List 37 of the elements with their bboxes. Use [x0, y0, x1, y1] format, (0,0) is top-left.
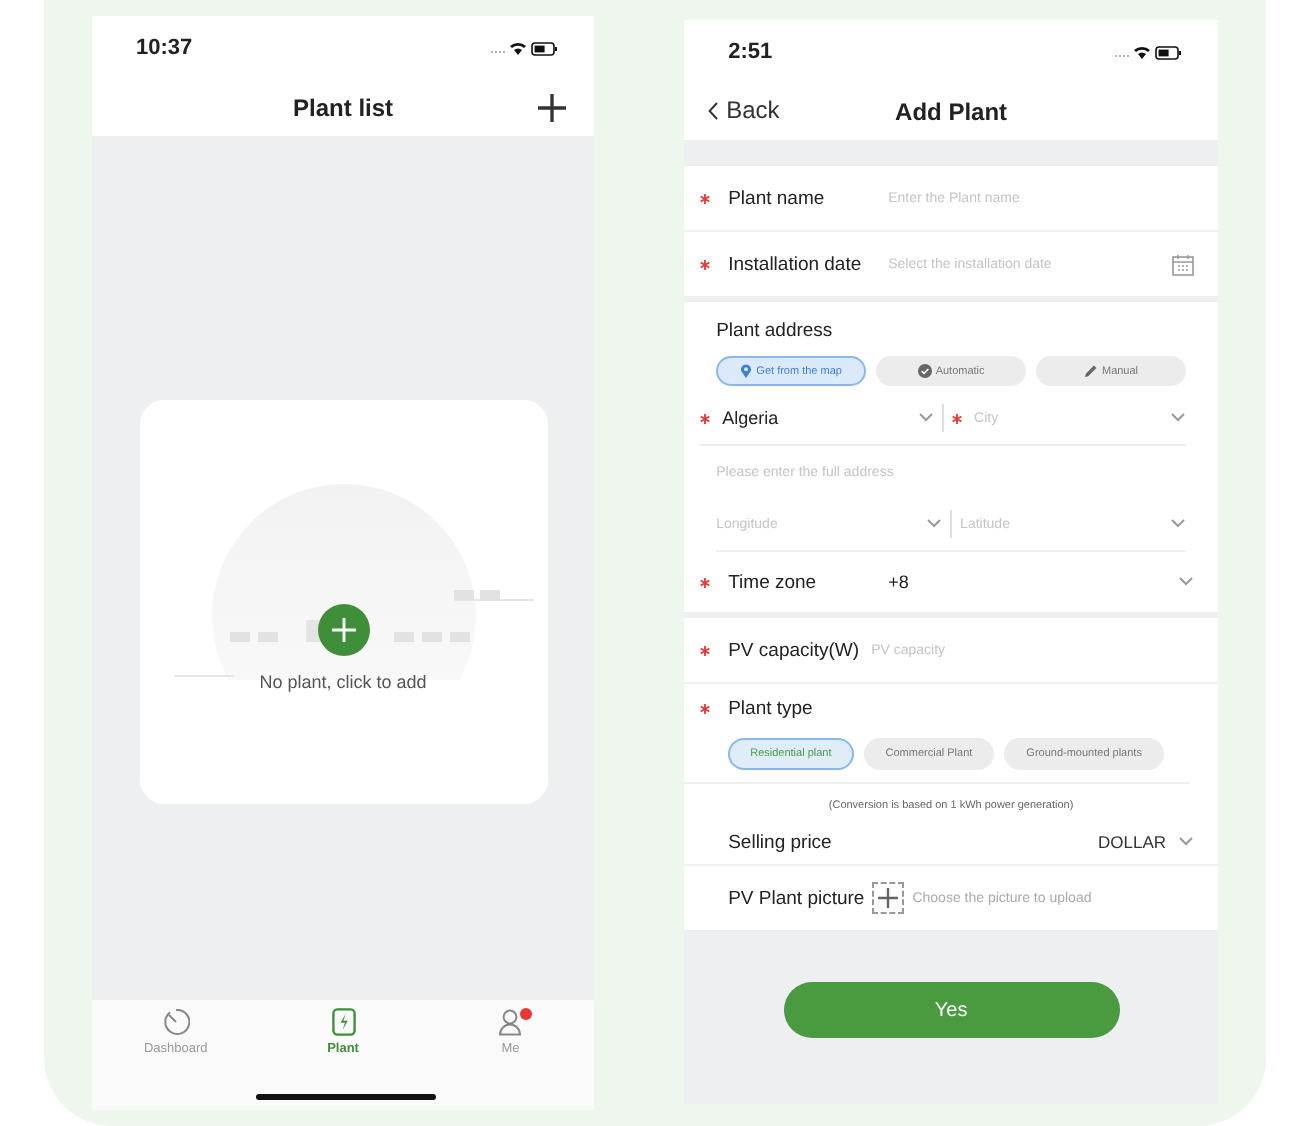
- field-label: Selling price: [728, 831, 834, 853]
- field-label: Time zone: [728, 571, 819, 593]
- chevron-down-icon: [1178, 576, 1194, 588]
- chevron-down-icon: [926, 518, 943, 530]
- plus-icon: [878, 888, 899, 908]
- lightning-card-icon: [331, 1008, 356, 1036]
- location-pin-icon: [740, 364, 753, 378]
- empty-message: No plant, click to add: [259, 672, 427, 692]
- currency-select[interactable]: DOLLAR: [1097, 832, 1166, 852]
- plus-icon: [538, 94, 567, 122]
- chevron-down-icon: [918, 412, 935, 424]
- field-label: Plant type: [728, 697, 813, 719]
- check-circle-icon: [917, 364, 932, 378]
- plus-icon: [331, 618, 356, 642]
- chevron-down-icon: [1170, 412, 1186, 424]
- status-time: 2:51: [728, 40, 773, 64]
- chevron-down-icon: [1170, 518, 1186, 530]
- person-icon: [498, 1008, 523, 1036]
- calendar-icon[interactable]: [1172, 253, 1194, 275]
- chevron-down-icon: [1178, 836, 1194, 848]
- field-label: PV Plant picture: [728, 887, 865, 909]
- field-label: PV capacity(W): [728, 639, 860, 661]
- screen-title: Add Plant: [895, 98, 1008, 126]
- pencil-icon: [1083, 364, 1098, 378]
- section-title: Plant address: [714, 318, 835, 346]
- time-zone-value[interactable]: +8: [888, 572, 1166, 592]
- country-select[interactable]: Algeria: [722, 408, 913, 428]
- back-button[interactable]: Back: [708, 96, 780, 124]
- yes-button[interactable]: Yes: [783, 982, 1120, 1038]
- upload-button[interactable]: [872, 882, 905, 914]
- add-button[interactable]: [534, 90, 571, 126]
- field-label: Plant name: [728, 187, 827, 209]
- chevron-left-icon: [708, 101, 719, 119]
- field-label: Installation date: [728, 253, 864, 275]
- gauge-icon: [161, 1008, 190, 1036]
- screen-title: Plant list: [293, 94, 394, 122]
- status-time: 10:37: [136, 36, 193, 60]
